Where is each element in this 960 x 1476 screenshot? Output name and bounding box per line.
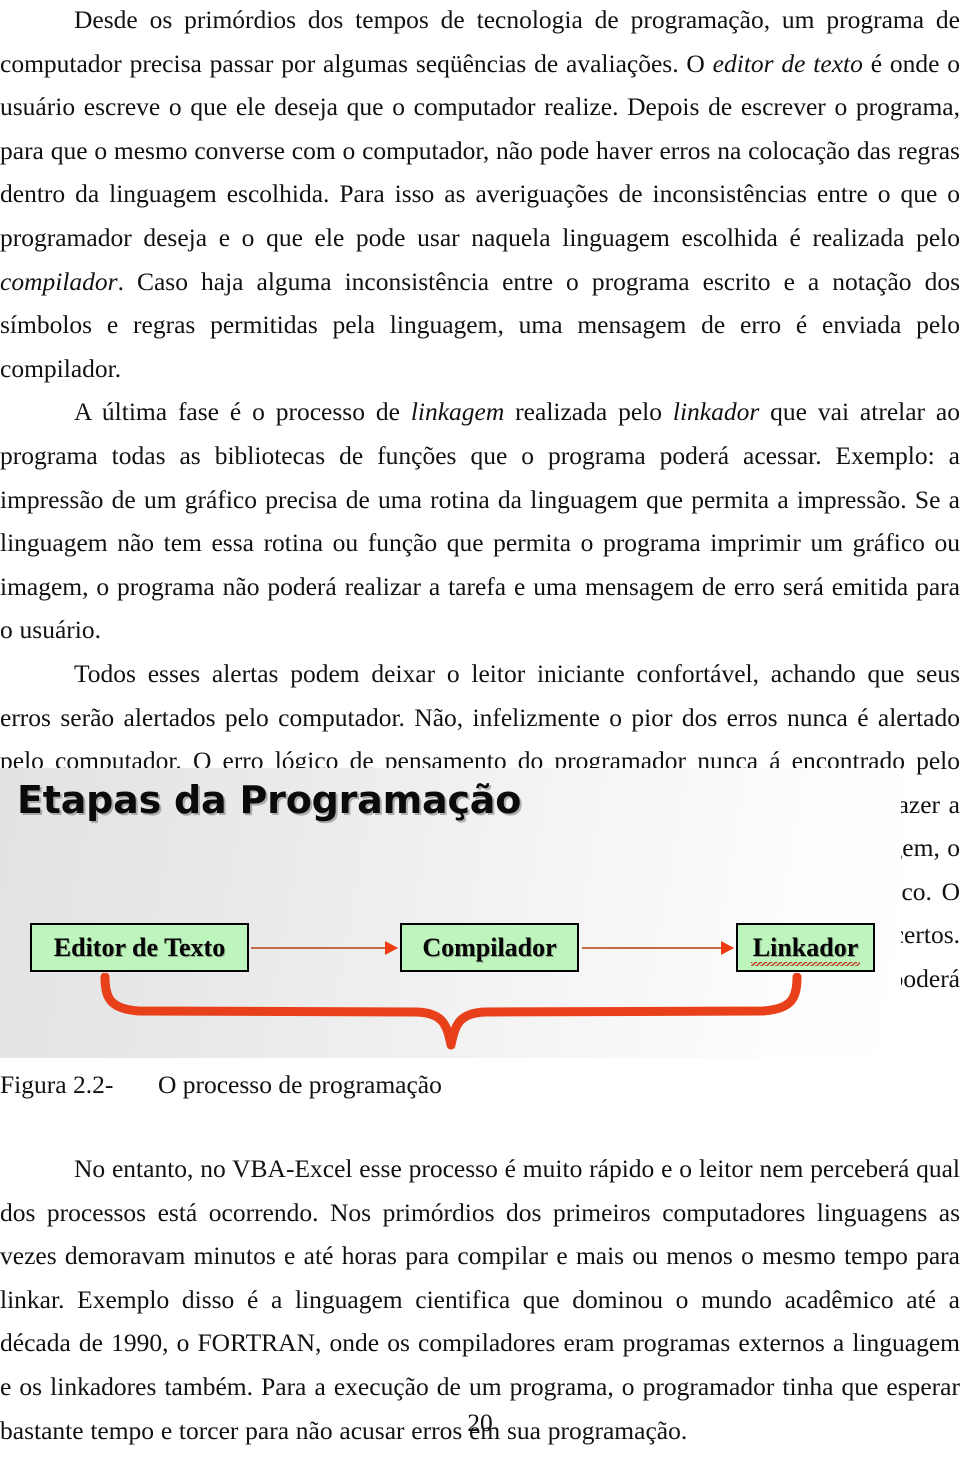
process-box-label: Editor de Texto <box>53 932 226 962</box>
document-page: Desde os primórdios dos tempos de tecnol… <box>0 0 960 1476</box>
process-box-linkador: Linkador <box>736 923 875 972</box>
emphasis-linkagem: linkagem <box>410 397 505 427</box>
paragraph-2-part-a: A última fase é o processo de <box>74 397 411 427</box>
arrow-shaft <box>582 947 733 949</box>
emphasis-compilador: compilador <box>0 266 118 296</box>
paragraph-2-part-c: que vai atrelar ao programa todas as bib… <box>0 397 960 645</box>
arrow-editor-to-compilador <box>251 941 398 955</box>
arrow-head-icon <box>385 941 398 955</box>
process-box-label: Compilador <box>422 932 557 962</box>
figure-title: Etapas da Programação <box>17 778 522 822</box>
figure-2-2: Etapas da Programação Editor de Texto Co… <box>0 768 960 1099</box>
paragraph-1: Desde os primórdios dos tempos de tecnol… <box>0 0 960 390</box>
process-box-compilador: Compilador <box>400 923 579 972</box>
arrow-head-icon <box>721 941 734 955</box>
paragraph-4: No entanto, no VBA-Excel esse processo é… <box>0 1154 960 1445</box>
arrow-compilador-to-linkador <box>582 941 734 955</box>
figure-caption: Figura 2.2- O processo de programação <box>0 1070 442 1099</box>
process-box-label: Linkador <box>749 933 863 966</box>
paragraph-2: A última fase é o processo de linkagem r… <box>0 390 960 652</box>
figure-image: Etapas da Programação Editor de Texto Co… <box>0 768 901 1058</box>
emphasis-linkador: linkador <box>672 397 760 427</box>
paragraph-1-part-b: é onde o usuário escreve o que ele desej… <box>0 48 960 252</box>
paragraph-2-part-b: realizada pelo <box>504 397 673 427</box>
body-text-bottom: No entanto, no VBA-Excel esse processo é… <box>0 1147 960 1452</box>
emphasis-editor-de-texto: editor de texto <box>712 48 863 78</box>
arrow-shaft <box>251 947 397 949</box>
paragraph-1-part-c: . Caso haja alguma inconsistência entre … <box>0 266 960 383</box>
page-number: 20 <box>467 1408 493 1437</box>
curly-brace-icon <box>100 973 802 1050</box>
process-box-editor-de-texto: Editor de Texto <box>30 923 249 972</box>
